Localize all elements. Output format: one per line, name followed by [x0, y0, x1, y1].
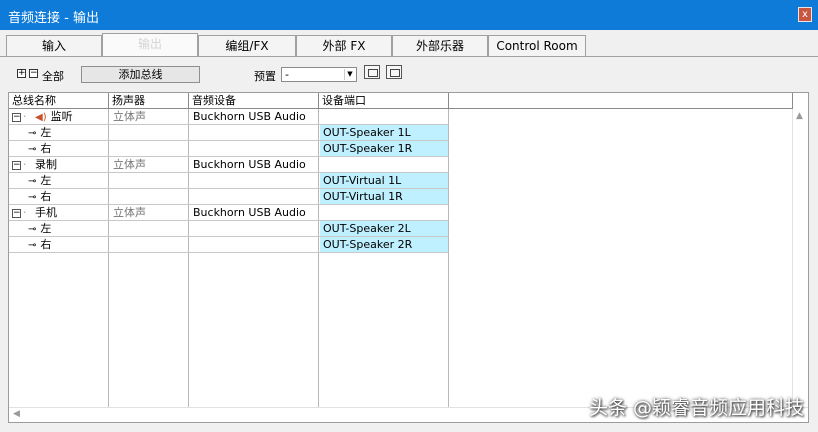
channel-name-cell: ⊸ 左	[12, 125, 108, 140]
channel-name: 右	[40, 190, 52, 203]
tab-bar: 输入 输出 编组/FX 外部 FX 外部乐器 Control Room	[0, 30, 818, 57]
tab-external-instrument[interactable]: 外部乐器	[392, 35, 488, 57]
table-row[interactable]: ⊸ 右 OUT-Speaker 1R	[9, 141, 449, 157]
bus-table: 总线名称 扬声器 音频设备 设备端口 − · ◀) 监听 立体声 Buckhorn U…	[8, 92, 809, 423]
table-row[interactable]: ⊸ 右 OUT-Speaker 2R	[9, 237, 449, 253]
tree-line: ·	[23, 110, 27, 123]
tab-output[interactable]: 输出	[102, 33, 198, 57]
chevron-down-icon: ▼	[344, 69, 355, 80]
vertical-scrollbar[interactable]: ▲	[792, 109, 808, 408]
collapse-icon[interactable]: −	[12, 112, 21, 122]
scroll-left-icon[interactable]: ◀	[13, 409, 20, 419]
watermark: 头条 @颖睿音频应用科技	[588, 397, 804, 419]
channel-name-cell: ⊸ 右	[12, 237, 108, 252]
table-row[interactable]: ⊸ 左 OUT-Virtual 1L	[9, 173, 449, 189]
channel-name: 左	[40, 222, 52, 235]
port-cell[interactable]	[320, 109, 448, 124]
preset-label: 预置	[254, 70, 276, 83]
port-cell[interactable]	[320, 157, 448, 172]
table-row[interactable]: ⊸ 右 OUT-Virtual 1R	[9, 189, 449, 205]
table-row[interactable]: − · ◀) 监听 立体声 Buckhorn USB Audio	[9, 109, 449, 125]
column-header-bus-name[interactable]: 总线名称	[9, 93, 109, 109]
collapse-all-icon[interactable]: −	[29, 69, 38, 78]
table-row[interactable]: − · 手机 立体声 Buckhorn USB Audio	[9, 205, 449, 221]
bus-name: 手机	[35, 206, 57, 219]
connector-icon: ⊸	[28, 240, 37, 251]
channel-name: 左	[40, 126, 52, 139]
channel-name: 左	[40, 174, 52, 187]
channel-name-cell: ⊸ 右	[12, 141, 108, 156]
close-button[interactable]: x	[798, 7, 812, 22]
delete-preset-icon[interactable]	[386, 65, 402, 79]
tab-group-fx[interactable]: 编组/FX	[198, 35, 296, 57]
tab-input[interactable]: 输入	[6, 35, 102, 57]
port-cell[interactable]: OUT-Virtual 1R	[320, 189, 448, 204]
tab-control-room[interactable]: Control Room	[488, 35, 586, 57]
port-cell[interactable]	[320, 205, 448, 220]
table-body: − · ◀) 监听 立体声 Buckhorn USB Audio ⊸ 左 OUT-Spe…	[9, 109, 449, 253]
device-cell[interactable]: Buckhorn USB Audio	[193, 205, 318, 220]
collapse-icon[interactable]: −	[12, 208, 21, 218]
column-header-audio-device[interactable]: 音频设备	[189, 93, 319, 109]
column-header-device-port[interactable]: 设备端口	[319, 93, 449, 109]
tab-external-fx[interactable]: 外部 FX	[296, 35, 392, 57]
expand-all-icon[interactable]: +	[17, 69, 26, 78]
connector-icon: ⊸	[28, 176, 37, 187]
connector-icon: ⊸	[28, 224, 37, 235]
channel-name-cell: ⊸ 左	[12, 221, 108, 236]
port-cell[interactable]: OUT-Speaker 1R	[320, 141, 448, 156]
bus-name-cell[interactable]: − · 手机	[12, 205, 108, 220]
toolbar: + − 全部 添加总线 预置 - ▼	[0, 57, 818, 91]
speaker-cell[interactable]: 立体声	[113, 205, 188, 220]
all-label: 全部	[42, 70, 64, 83]
window-title: 音频连接 - 输出	[8, 11, 99, 26]
add-bus-button[interactable]: 添加总线	[81, 66, 200, 83]
table-row[interactable]: ⊸ 左 OUT-Speaker 2L	[9, 221, 449, 237]
bus-name-cell[interactable]: − · ◀) 监听	[12, 109, 108, 124]
connector-icon: ⊸	[28, 192, 37, 203]
scroll-up-icon[interactable]: ▲	[796, 111, 803, 121]
preset-value: -	[285, 68, 289, 81]
bus-name-cell[interactable]: − · 录制	[12, 157, 108, 172]
table-row[interactable]: − · 录制 立体声 Buckhorn USB Audio	[9, 157, 449, 173]
channel-name: 右	[40, 142, 52, 155]
channel-name: 右	[40, 238, 52, 251]
tree-line: ·	[23, 206, 27, 219]
bus-name: 录制	[35, 158, 57, 171]
speaker-cell[interactable]: 立体声	[113, 157, 188, 172]
column-header-speaker[interactable]: 扬声器	[109, 93, 189, 109]
column-header-filler	[449, 93, 793, 109]
collapse-icon[interactable]: −	[12, 160, 21, 170]
bus-name: 监听	[50, 110, 73, 123]
port-cell[interactable]: OUT-Speaker 2R	[320, 237, 448, 252]
channel-name-cell: ⊸ 左	[12, 173, 108, 188]
device-cell[interactable]: Buckhorn USB Audio	[193, 109, 318, 124]
save-preset-icon[interactable]	[364, 65, 380, 79]
table-row[interactable]: ⊸ 左 OUT-Speaker 1L	[9, 125, 449, 141]
title-bar: 音频连接 - 输出 x	[0, 0, 818, 30]
port-cell[interactable]: OUT-Speaker 2L	[320, 221, 448, 236]
speaker-cell[interactable]: 立体声	[113, 109, 188, 124]
preset-select[interactable]: - ▼	[281, 67, 357, 82]
device-cell[interactable]: Buckhorn USB Audio	[193, 157, 318, 172]
port-cell[interactable]: OUT-Speaker 1L	[320, 125, 448, 140]
connector-icon: ⊸	[28, 144, 37, 155]
speaker-icon: ◀)	[35, 112, 47, 123]
channel-name-cell: ⊸ 右	[12, 189, 108, 204]
connector-icon: ⊸	[28, 128, 37, 139]
tree-line: ·	[23, 158, 27, 171]
port-cell[interactable]: OUT-Virtual 1L	[320, 173, 448, 188]
